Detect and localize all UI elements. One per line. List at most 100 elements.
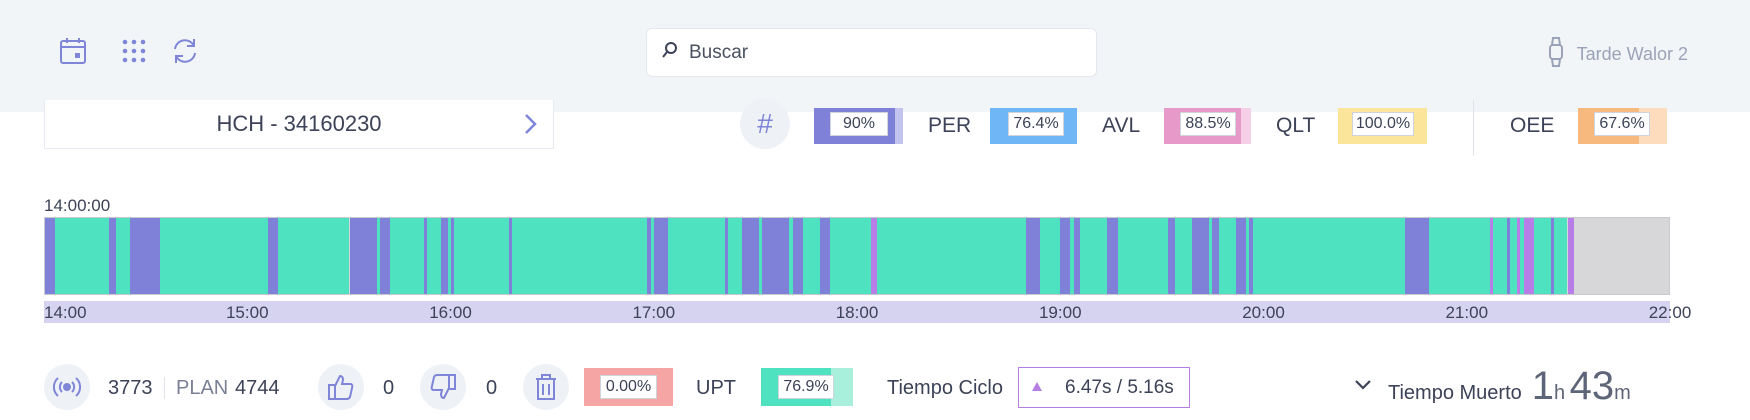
timeline-segment-running[interactable]: [877, 218, 1027, 294]
avl-metric-remaining: [1241, 108, 1251, 144]
avl-label: AVL: [1102, 114, 1141, 137]
chevron-right-icon[interactable]: [519, 111, 541, 143]
top-bar: Tarde Walor 2: [0, 0, 1750, 112]
timeline-segment-stop[interactable]: [129, 218, 161, 294]
dead-time-minutes-unit: m: [1614, 382, 1631, 404]
timeline-segment-running[interactable]: [1039, 218, 1060, 294]
upt-metric-bar: 76.9%: [761, 368, 853, 406]
timeline-segment-running[interactable]: [55, 218, 110, 294]
timeline-segment-stop[interactable]: [1168, 218, 1176, 294]
dead-time-hours: 1: [1531, 364, 1554, 408]
timeline-segment-running[interactable]: [1533, 218, 1551, 294]
timeline-segment-alt_stop[interactable]: [1567, 218, 1575, 294]
timeline-segment-stop[interactable]: [1107, 218, 1118, 294]
chevron-down-icon[interactable]: [1354, 378, 1372, 396]
timeline-segment-stop[interactable]: [1073, 218, 1081, 294]
timeline-tick-label: 19:00: [1038, 303, 1082, 322]
per-label: PER: [928, 114, 972, 137]
timeline-tick-label: 15:00: [225, 303, 269, 322]
thumbs-up-icon[interactable]: [318, 364, 364, 410]
timeline-segment-running[interactable]: [802, 218, 820, 294]
plan-label: PLAN: [176, 377, 229, 399]
production-timeline[interactable]: [44, 217, 1670, 295]
cycle-time-label: Tiempo Ciclo: [887, 377, 1003, 399]
likes-count: 0: [383, 377, 395, 399]
user-name: Tarde Walor 2: [1576, 44, 1688, 64]
per-metric-value: 76.4%: [1008, 112, 1064, 136]
oee-label: OEE: [1510, 114, 1555, 137]
timeline-segment-running[interactable]: [511, 218, 648, 294]
timeline-segment-running[interactable]: [1175, 218, 1192, 294]
timeline-tick-label: 14:00: [44, 303, 87, 322]
timeline-start-time: 14:00:00: [44, 196, 111, 215]
order-selector[interactable]: HCH - 34160230: [44, 100, 554, 149]
dead-time-label: Tiempo Muerto: [1388, 382, 1522, 404]
timeline-segment-running[interactable]: [1428, 218, 1490, 294]
timeline-segment-running[interactable]: [278, 218, 350, 294]
avl-metric-bar: 88.5%: [1164, 108, 1251, 144]
timeline-segment-running[interactable]: [427, 218, 441, 294]
dislikes-count: 0: [486, 377, 498, 399]
thumbs-down-icon[interactable]: [420, 364, 466, 410]
search-input[interactable]: [689, 41, 1069, 64]
plan-value: 4744: [235, 377, 280, 399]
timeline-segment-running[interactable]: [116, 218, 130, 294]
timeline-segment-stop[interactable]: [379, 218, 391, 294]
timeline-segment-running[interactable]: [728, 218, 742, 294]
qlt-label: QLT: [1276, 114, 1316, 137]
per-metric-bar: 76.4%: [990, 108, 1077, 144]
search-box[interactable]: [646, 28, 1097, 77]
timeline-tick-label: 16:00: [429, 303, 472, 322]
trash-icon[interactable]: [523, 364, 569, 410]
timeline-segment-stop[interactable]: [45, 218, 56, 294]
timeline-segment-running[interactable]: [1252, 218, 1406, 294]
timeline-segment-stop[interactable]: [654, 218, 668, 294]
hash-icon: #: [740, 99, 790, 149]
dead-time-value: 1h 43m: [1532, 364, 1631, 409]
timeline-segment-stop[interactable]: [349, 218, 377, 294]
dead-time[interactable]: Tiempo Muerto 1h 43m: [1354, 364, 1631, 409]
timeline-segment-stop[interactable]: [1191, 218, 1209, 294]
timeline-segment-running[interactable]: [1117, 218, 1169, 294]
timeline-segment-running[interactable]: [667, 218, 726, 294]
timeline-segment-alt_stop[interactable]: [1523, 218, 1534, 294]
timeline-segment-stop[interactable]: [792, 218, 803, 294]
watch-icon: [1547, 36, 1565, 73]
plan-divider: [164, 377, 165, 399]
cycle-time-actual: 6.47s: [1065, 376, 1112, 398]
timeline-segment-running[interactable]: [1493, 218, 1507, 294]
timeline-segment-running[interactable]: [829, 218, 871, 294]
user-menu[interactable]: Tarde Walor 2: [1547, 36, 1688, 73]
dead-time-minutes: 43: [1569, 364, 1615, 408]
timeline-segment-running[interactable]: [1553, 218, 1568, 294]
calendar-icon[interactable]: [56, 34, 90, 68]
upt-metric-remaining: [831, 368, 853, 406]
timeline-segment-running[interactable]: [160, 218, 269, 294]
timeline-segment-stop[interactable]: [1405, 218, 1429, 294]
timeline-segment-stop[interactable]: [109, 218, 117, 294]
timeline-segment-stop[interactable]: [268, 218, 279, 294]
timeline-segment-stop[interactable]: [1026, 218, 1040, 294]
refresh-icon[interactable]: [168, 34, 202, 68]
qlt-metric-bar: 100.0%: [1338, 108, 1427, 144]
timeline-tick-label: 18:00: [835, 303, 879, 322]
timeline-segment-stop[interactable]: [440, 218, 448, 294]
timeline-segment-stop[interactable]: [741, 218, 759, 294]
timeline-tick-label: 21:00: [1445, 303, 1489, 322]
timeline-segment-stop[interactable]: [1235, 218, 1247, 294]
grid-icon[interactable]: [117, 34, 151, 68]
timeline-segment-running[interactable]: [454, 218, 509, 294]
timeline-segment-stop[interactable]: [762, 218, 790, 294]
timeline-segment-running[interactable]: [390, 218, 424, 294]
timeline-segment-stop[interactable]: [819, 218, 830, 294]
timeline-tick-label: 17:00: [632, 303, 676, 322]
dead-time-hours-unit: h: [1554, 382, 1566, 404]
timeline-segment-stop[interactable]: [1060, 218, 1071, 294]
timeline-segment-running[interactable]: [1509, 218, 1517, 294]
hash-metric-remaining: [895, 108, 903, 144]
timeline-segment-stop[interactable]: [1212, 218, 1220, 294]
cycle-time-target: 5.16s: [1127, 376, 1174, 398]
timeline-segment-running[interactable]: [1080, 218, 1108, 294]
timeline-segment-running[interactable]: [1219, 218, 1236, 294]
timeline-segment-alt_stop[interactable]: [870, 218, 878, 294]
